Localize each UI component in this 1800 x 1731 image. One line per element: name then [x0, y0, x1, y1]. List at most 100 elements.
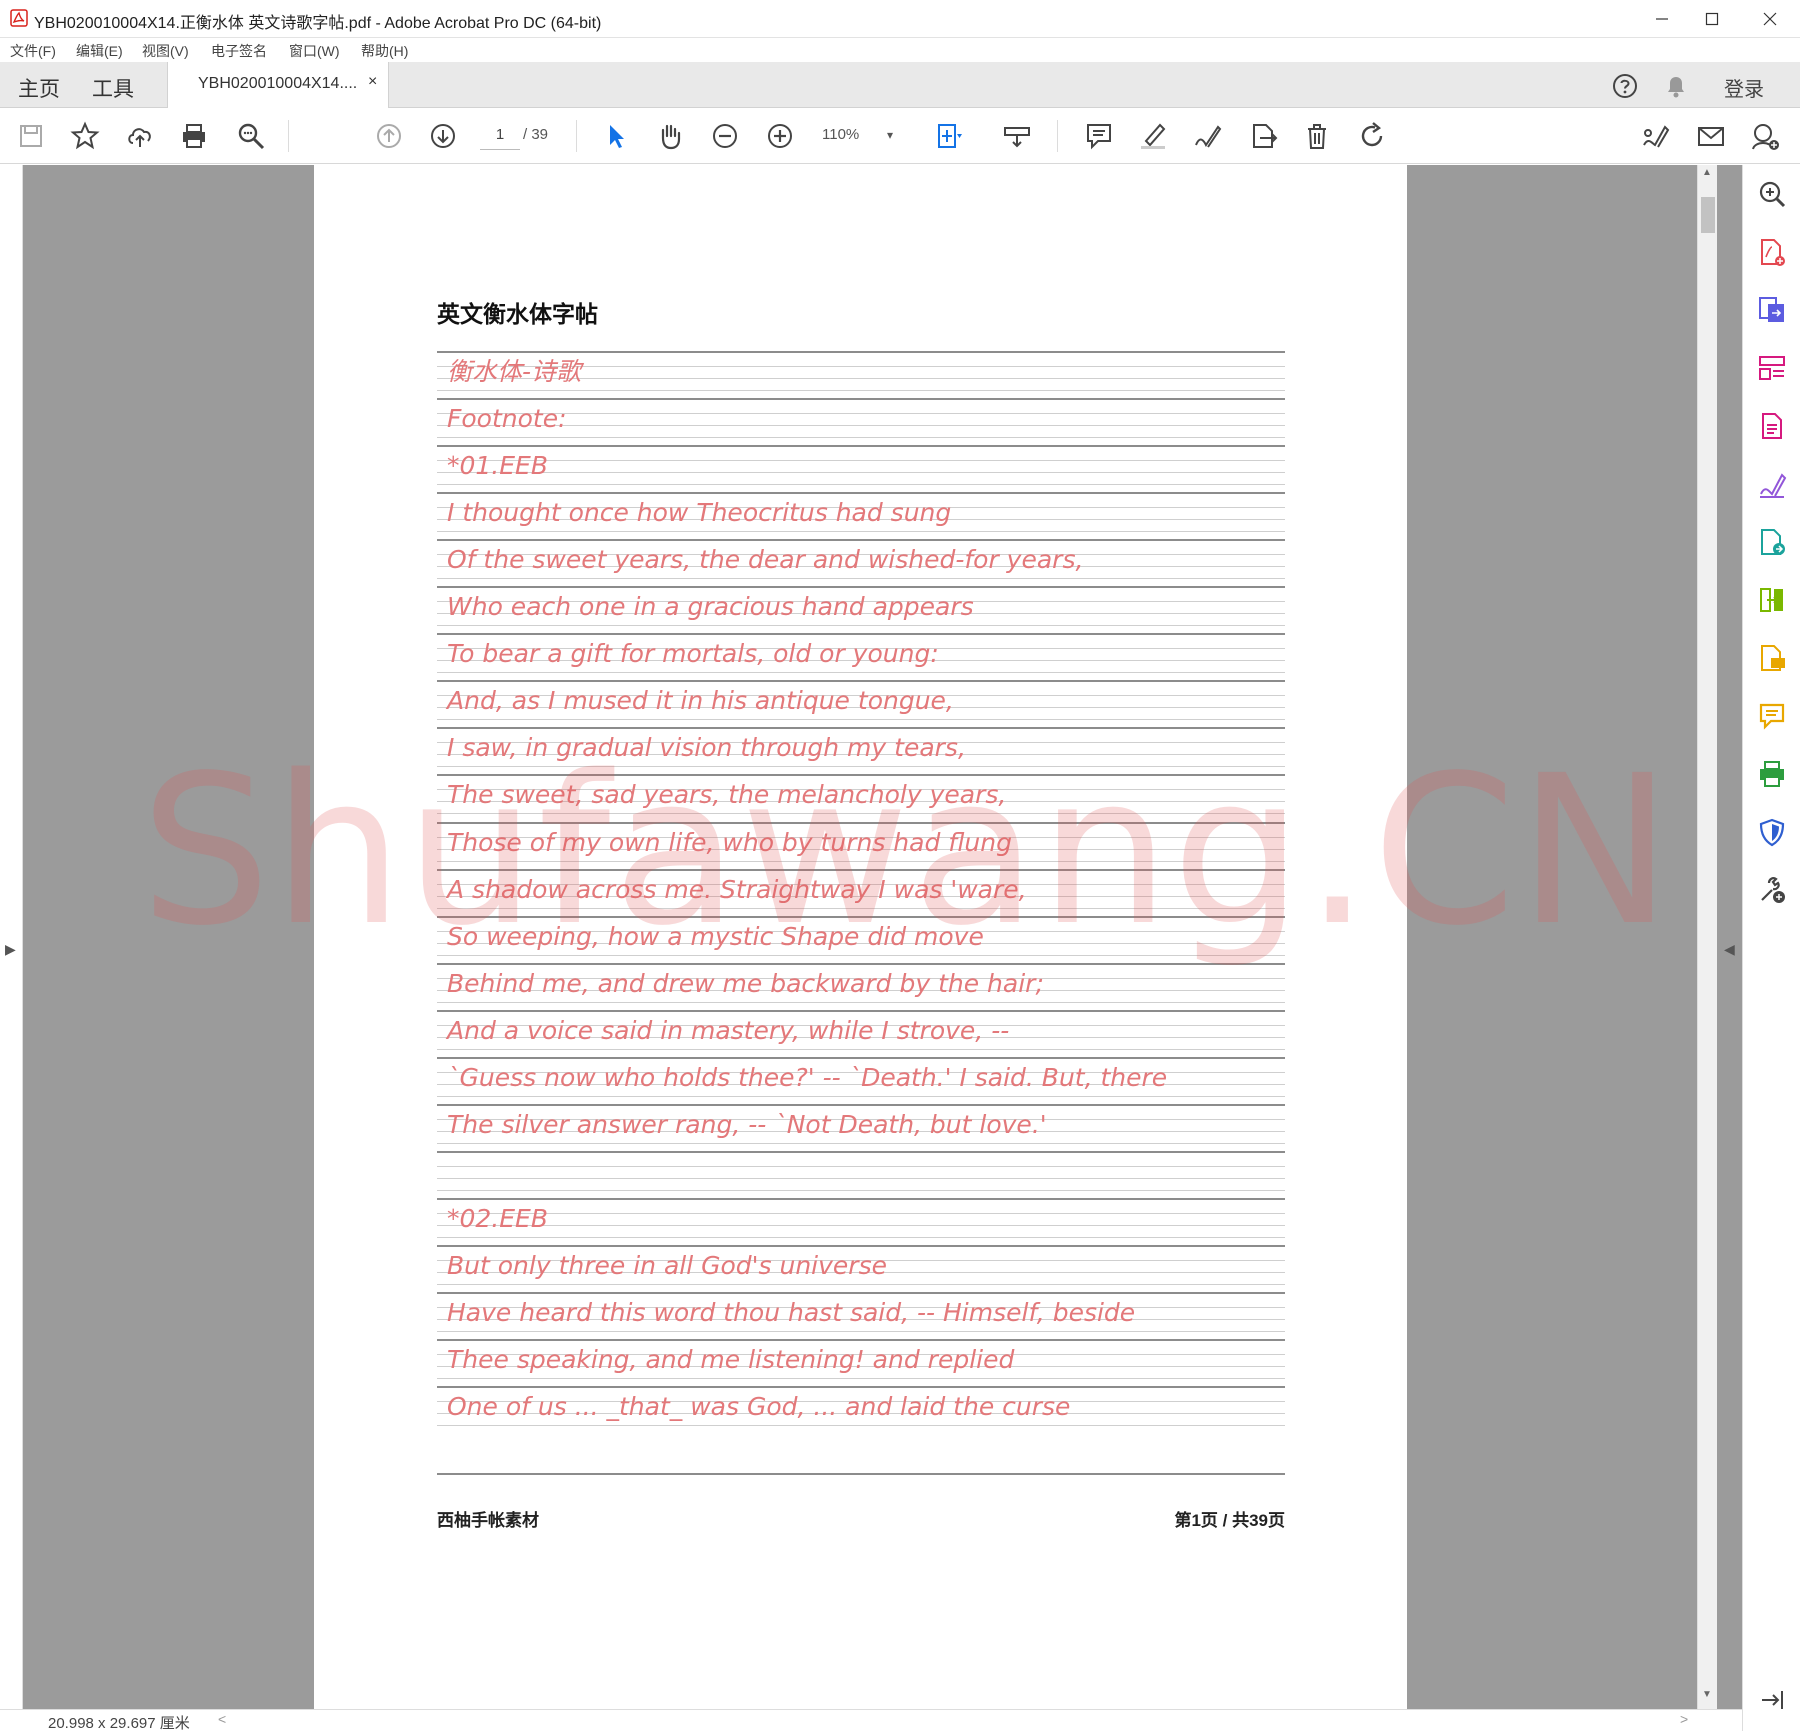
ruled-row: Have heard this word thou hast said, -- …: [437, 1292, 1285, 1339]
handwriting-text: And a voice said in mastery, while I str…: [447, 1015, 1010, 1045]
scroll-down-icon[interactable]: ▼: [1702, 1689, 1712, 1700]
search-zoom-icon[interactable]: [233, 118, 269, 154]
menu-file[interactable]: 文件(F): [10, 41, 56, 61]
scroll-left-icon[interactable]: <: [218, 1711, 226, 1727]
zoom-in-icon[interactable]: [762, 118, 798, 154]
menu-bar: 文件(F) 编辑(E) 视图(V) 电子签名 窗口(W) 帮助(H): [0, 38, 1800, 62]
protect-shield-icon[interactable]: [1757, 817, 1787, 847]
handwriting-text: One of us ... _that_ was God, ... and la…: [447, 1392, 1071, 1422]
minimize-icon[interactable]: [1634, 0, 1690, 38]
chevron-down-icon[interactable]: ▾: [887, 128, 893, 142]
highlight-pen-icon[interactable]: [1135, 118, 1171, 154]
maximize-icon[interactable]: [1684, 0, 1740, 38]
ruled-line-end: [437, 1473, 1285, 1520]
ruled-row: One of us ... _that_ was God, ... and la…: [437, 1386, 1285, 1433]
page-total: / 39: [523, 126, 549, 143]
menu-window[interactable]: 窗口(W): [289, 41, 340, 61]
export-pdf-icon[interactable]: [1757, 295, 1787, 325]
collapse-panel-icon[interactable]: [1757, 1685, 1787, 1715]
ruled-row: I thought once how Theocritus had sung: [437, 492, 1285, 539]
handwriting-text: Who each one in a gracious hand appears: [447, 592, 974, 622]
toolbar-separator: [576, 120, 577, 152]
ruled-row: To bear a gift for mortals, old or young…: [437, 633, 1285, 680]
enhance-zoom-icon[interactable]: [1757, 179, 1787, 209]
zoom-level[interactable]: 110%: [822, 126, 859, 143]
fit-page-icon[interactable]: [931, 118, 967, 154]
delete-icon[interactable]: [1299, 118, 1335, 154]
handwriting-text: Footnote:: [447, 404, 567, 434]
email-icon[interactable]: [1693, 118, 1729, 154]
ruled-row: Of the sweet years, the dear and wished-…: [437, 539, 1285, 586]
page-footer-right: 第1页 / 共39页: [1174, 1511, 1285, 1530]
ruled-row: [437, 1150, 1285, 1198]
acrobat-app-icon: [10, 9, 28, 27]
share-export-icon[interactable]: [1245, 118, 1281, 154]
handwriting-text: 衡水体-诗歌: [447, 357, 582, 386]
tab-tools[interactable]: 工具: [92, 73, 134, 103]
handwriting-text: *01.EEB: [447, 451, 549, 481]
page-down-icon[interactable]: [425, 118, 461, 154]
save-icon[interactable]: [13, 118, 49, 154]
more-tools-icon[interactable]: [1757, 875, 1787, 905]
create-pdf-icon[interactable]: [1757, 237, 1787, 267]
status-bar: 20.998 x 29.697 厘米 < >: [0, 1709, 1742, 1731]
close-icon[interactable]: [1742, 0, 1798, 38]
handwriting-text: But only three in all God's universe: [447, 1250, 887, 1280]
edit-pdf-icon[interactable]: [1757, 411, 1787, 441]
menu-help[interactable]: 帮助(H): [361, 41, 408, 61]
menu-esign[interactable]: 电子签名: [211, 41, 267, 61]
sign-icon[interactable]: [1189, 118, 1225, 154]
ruled-row: And, as I mused it in his antique tongue…: [437, 680, 1285, 727]
handwriting-text: Thee speaking, and me listening! and rep…: [447, 1345, 1015, 1375]
page-up-icon[interactable]: [371, 118, 407, 154]
print-production-icon[interactable]: [1757, 759, 1787, 789]
ruled-row: Thee speaking, and me listening! and rep…: [437, 1339, 1285, 1386]
cloud-upload-icon[interactable]: [122, 118, 158, 154]
notification-bell-icon[interactable]: [1663, 72, 1689, 100]
tab-document[interactable]: YBH020010004X14.... ×: [167, 62, 389, 108]
page-size-readout: 20.998 x 29.697 厘米: [48, 1715, 190, 1731]
fill-sign-icon[interactable]: [1637, 118, 1673, 154]
zoom-out-icon[interactable]: [707, 118, 743, 154]
expand-left-arrow-icon[interactable]: ▶: [5, 941, 16, 958]
organize-pages-icon[interactable]: [1757, 353, 1787, 383]
handwriting-text: The silver answer rang, -- `Not Death, b…: [447, 1109, 1047, 1139]
page-footer-left: 西柚手帐素材: [437, 1511, 539, 1530]
help-icon[interactable]: [1611, 72, 1639, 100]
ruled-row: `Guess now who holds thee?' -- `Death.' …: [437, 1056, 1285, 1104]
bookmark-star-icon[interactable]: [67, 118, 103, 154]
comment-tool-icon[interactable]: [1757, 701, 1787, 731]
tab-close-icon[interactable]: ×: [368, 73, 377, 91]
ruled-row: And a voice said in mastery, while I str…: [437, 1009, 1285, 1057]
measure-ruler-icon[interactable]: [999, 118, 1035, 154]
scroll-up-icon[interactable]: ▲: [1702, 167, 1712, 178]
vertical-scrollbar[interactable]: ▲ ▼: [1697, 165, 1717, 1709]
hand-icon[interactable]: [652, 118, 688, 154]
left-panel-toggle[interactable]: ▶: [0, 165, 23, 1731]
tab-home[interactable]: 主页: [18, 73, 60, 103]
scrollbar-thumb[interactable]: [1701, 197, 1715, 233]
combine-files-icon[interactable]: [1757, 585, 1787, 615]
collapse-right-arrow-icon[interactable]: ◀: [1724, 941, 1735, 958]
request-signature-icon[interactable]: [1757, 643, 1787, 673]
handwriting-text: And, as I mused it in his antique tongue…: [447, 686, 954, 716]
print-icon[interactable]: [176, 118, 212, 154]
select-cursor-icon[interactable]: [598, 118, 634, 154]
scroll-right-icon[interactable]: >: [1680, 1711, 1688, 1727]
page-number-input[interactable]: 1: [480, 120, 520, 150]
tab-bar: 主页 工具 YBH020010004X14.... × 登录: [0, 62, 1800, 108]
toolbar-separator: [288, 120, 289, 152]
fill-sign-icon[interactable]: [1757, 469, 1787, 499]
toolbar-separator: [1057, 120, 1058, 152]
ruled-row: But only three in all God's universe: [437, 1244, 1285, 1292]
comment-icon[interactable]: [1081, 118, 1117, 154]
signin-link[interactable]: 登录: [1724, 73, 1764, 102]
menu-edit[interactable]: 编辑(E): [76, 41, 123, 61]
account-icon[interactable]: [1747, 118, 1783, 154]
watermark: Shufawang.CN: [140, 731, 1675, 971]
toolbar: 1 / 39 110% ▾: [0, 108, 1800, 164]
rotate-icon[interactable]: [1354, 118, 1390, 154]
title-bar: YBH020010004X14.正衡水体 英文诗歌字帖.pdf - Adobe …: [0, 0, 1800, 38]
export-share-icon[interactable]: [1757, 527, 1787, 557]
menu-view[interactable]: 视图(V): [142, 41, 189, 61]
